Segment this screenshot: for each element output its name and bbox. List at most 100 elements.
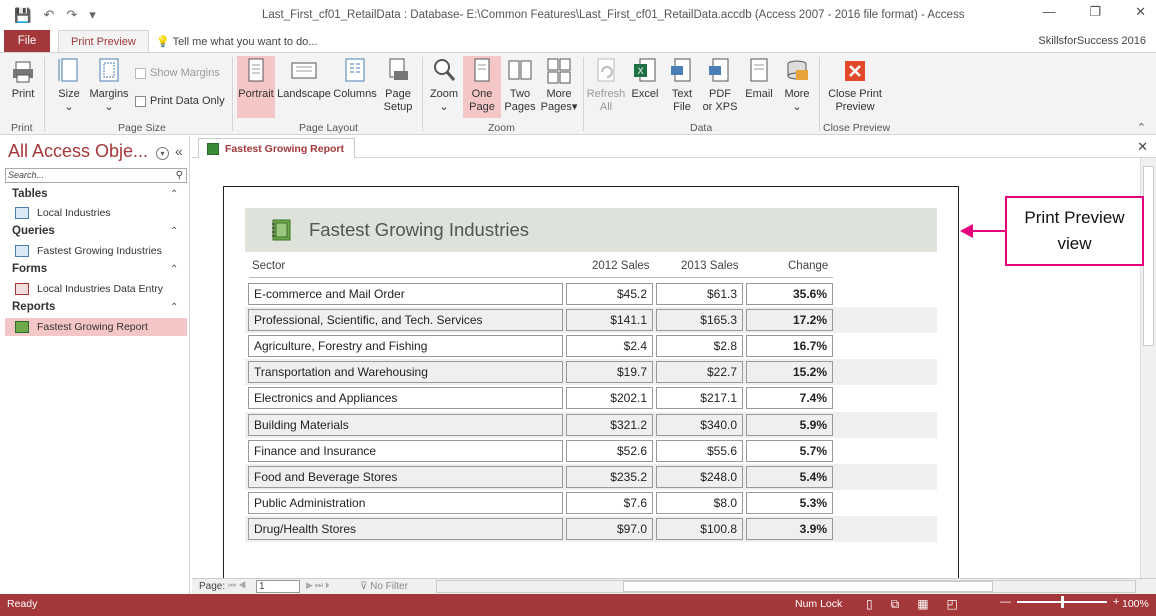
collapse-ribbon-icon[interactable]: ⌃ xyxy=(1137,121,1146,134)
scroll-thumb[interactable] xyxy=(623,581,993,592)
nav-item-local-industries[interactable]: Local Industries xyxy=(5,204,187,222)
svg-text:X: X xyxy=(637,66,643,76)
report-view-icon[interactable]: ▯ xyxy=(866,597,873,612)
table-row: Electronics and Appliances $202.1 $217.1 7.… xyxy=(245,385,937,411)
text-file-button[interactable]: Text File xyxy=(666,56,698,114)
one-page-button[interactable]: One Page xyxy=(463,56,501,118)
landscape-button[interactable]: Landscape xyxy=(277,56,331,101)
change-cell: 5.3% xyxy=(746,491,833,514)
table-row: Drug/Health Stores $97.0 $100.8 3.9% xyxy=(245,515,937,542)
print-button[interactable]: Print xyxy=(6,56,40,101)
next-last-page-buttons[interactable]: ▶⏭⏵ xyxy=(306,580,332,591)
zoom-thumb[interactable] xyxy=(1061,596,1064,608)
pdf-icon xyxy=(709,58,729,82)
two-pages-button[interactable]: Two Pages xyxy=(503,56,537,114)
sales-2012-cell: $202.1 xyxy=(566,387,653,410)
design-view-icon[interactable]: ◰ xyxy=(947,597,958,612)
undo-icon[interactable]: ↶ xyxy=(43,7,54,23)
tab-print-preview[interactable]: Print Preview xyxy=(58,30,149,52)
report-page: Fastest Growing Industries Sector 2012 S… xyxy=(223,186,959,586)
nav-menu-icon[interactable]: ▾ xyxy=(156,147,169,160)
nav-pane-header[interactable]: All Access Obje... xyxy=(8,141,148,162)
pdf-xps-button[interactable]: PDF or XPS xyxy=(702,56,738,114)
print-preview-view-icon[interactable]: ⧉ xyxy=(891,597,900,612)
sector-cell: Professional, Scientific, and Tech. Serv… xyxy=(248,309,563,332)
collapse-section-icon[interactable]: ⌃ xyxy=(170,264,178,275)
more-export-button[interactable]: More ⌄ xyxy=(781,56,813,114)
sales-2012-cell: $235.2 xyxy=(566,465,653,488)
layout-view-icon[interactable]: ▦ xyxy=(917,597,928,612)
nav-item-label: Local Industries xyxy=(37,207,111,219)
landscape-page-icon xyxy=(291,62,317,79)
nav-section-reports[interactable]: Reports xyxy=(12,301,55,313)
customize-qat-icon[interactable]: ▾ xyxy=(89,7,96,23)
nav-search-input[interactable]: Search... ⚲ xyxy=(5,168,187,183)
restore-button[interactable]: ❐ xyxy=(1089,4,1101,20)
email-button[interactable]: Email xyxy=(742,56,776,101)
tab-file[interactable]: File xyxy=(4,30,50,52)
sector-cell: Building Materials xyxy=(248,413,563,436)
nav-item-fastest-growing-report[interactable]: Fastest Growing Report xyxy=(5,318,187,336)
change-cell: 15.2% xyxy=(746,361,833,384)
nav-item-fastest-growing-industries[interactable]: Fastest Growing Industries xyxy=(5,242,187,260)
nav-section-queries[interactable]: Queries xyxy=(12,225,55,237)
account-name[interactable]: SkillsforSuccess 2016 xyxy=(1038,35,1146,47)
first-prev-page-buttons[interactable]: ⏮◀ xyxy=(228,580,248,591)
collapse-section-icon[interactable]: ⌃ xyxy=(170,189,178,200)
portrait-label: Portrait xyxy=(238,88,274,100)
size-label: Size xyxy=(58,88,80,100)
checkbox-box xyxy=(135,67,146,79)
no-filter-indicator[interactable]: ⊽ No Filter xyxy=(360,581,408,592)
zoom-track[interactable] xyxy=(1017,596,1107,608)
columns-button[interactable]: Columns xyxy=(333,56,377,101)
margins-button[interactable]: Margins ⌄ xyxy=(88,56,130,114)
size-button[interactable]: Size ⌄ xyxy=(54,56,84,114)
zoom-slider[interactable]: — + xyxy=(1000,596,1119,608)
nav-item-local-industries-data-entry[interactable]: Local Industries Data Entry xyxy=(5,280,187,298)
ribbon: Print Print Size ⌄ Margins ⌄ Show Margin… xyxy=(0,52,1156,135)
report-title: Fastest Growing Industries xyxy=(309,219,530,240)
tell-me-box[interactable]: 💡 Tell me what you want to do... xyxy=(156,35,317,48)
save-icon[interactable]: 💾 xyxy=(14,7,31,24)
tell-me-text: Tell me what you want to do... xyxy=(172,36,318,48)
header-divider xyxy=(249,277,833,278)
search-icon[interactable]: ⚲ xyxy=(176,169,183,182)
close-window-button[interactable]: ✕ xyxy=(1135,4,1146,20)
shutter-bar-close-icon[interactable]: « xyxy=(175,143,183,159)
pdf-label-2: or XPS xyxy=(702,101,738,113)
columns-icon xyxy=(345,58,365,82)
nav-item-label: Fastest Growing Report xyxy=(37,321,148,333)
table-icon xyxy=(15,207,29,219)
nav-item-label: Fastest Growing Industries xyxy=(37,245,162,257)
nav-section-tables[interactable]: Tables xyxy=(12,188,48,200)
more-pages-button[interactable]: More Pages▾ xyxy=(540,56,578,114)
print-data-only-checkbox[interactable]: Print Data Only xyxy=(135,95,225,107)
zoom-button[interactable]: Zoom ⌄ xyxy=(428,56,460,114)
refresh-all-button[interactable]: Refresh All xyxy=(587,56,625,114)
group-data: Data xyxy=(690,122,713,134)
show-margins-checkbox[interactable]: Show Margins xyxy=(135,67,220,79)
page-setup-button[interactable]: Page Setup xyxy=(380,56,416,114)
scroll-thumb[interactable] xyxy=(1143,166,1154,346)
document-tab[interactable]: Fastest Growing Report xyxy=(198,138,356,158)
callout-line-2: view xyxy=(1057,234,1092,253)
close-document-icon[interactable]: ✕ xyxy=(1137,139,1148,155)
minimize-button[interactable]: — xyxy=(1042,4,1055,20)
redo-icon[interactable]: ↷ xyxy=(66,7,77,23)
filter-label: No Filter xyxy=(370,581,408,592)
nav-section-forms[interactable]: Forms xyxy=(12,263,47,275)
margins-icon xyxy=(99,58,119,82)
zoom-out-icon[interactable]: — xyxy=(1000,596,1011,608)
excel-button[interactable]: X Excel xyxy=(629,56,661,101)
zoom-in-icon[interactable]: + xyxy=(1113,596,1119,608)
table-row: Professional, Scientific, and Tech. Serv… xyxy=(245,307,937,334)
horizontal-scrollbar[interactable] xyxy=(436,580,1136,593)
page-number-input[interactable]: 1 xyxy=(256,580,300,593)
zoom-percent[interactable]: 100% xyxy=(1122,598,1149,610)
portrait-button[interactable]: Portrait xyxy=(237,56,275,118)
collapse-section-icon[interactable]: ⌃ xyxy=(170,226,178,237)
close-print-preview-button[interactable]: Close Print Preview xyxy=(826,56,884,114)
sales-2013-cell: $8.0 xyxy=(656,491,743,514)
report-title-bar: Fastest Growing Industries xyxy=(245,208,937,252)
collapse-section-icon[interactable]: ⌃ xyxy=(170,302,178,313)
